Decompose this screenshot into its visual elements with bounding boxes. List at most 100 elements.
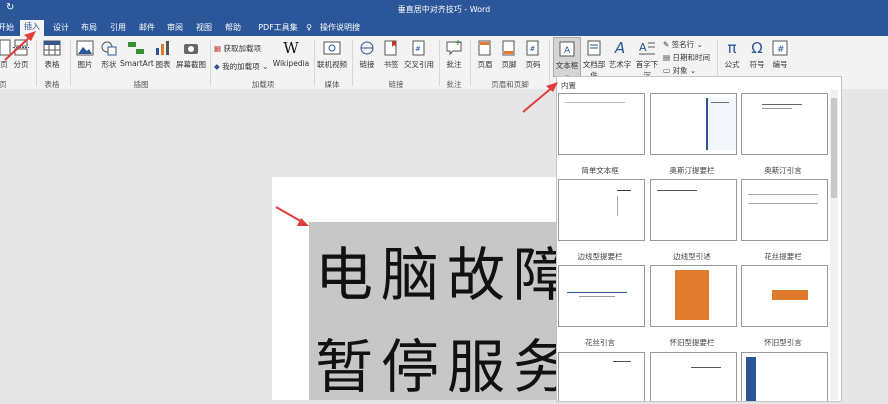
gallery-item-austin-quote[interactable] bbox=[741, 93, 828, 155]
globe-link-icon bbox=[360, 41, 374, 55]
separator bbox=[549, 40, 550, 86]
cross-reference-icon: # bbox=[412, 40, 425, 56]
drop-cap-button[interactable]: A 首字下沉 bbox=[633, 39, 661, 81]
tab-insert[interactable]: 插入 bbox=[20, 20, 44, 36]
get-addins-button[interactable]: ▦ 获取加载项 bbox=[214, 43, 261, 54]
footer-icon bbox=[502, 40, 515, 56]
date-time-button[interactable]: ▤ 日期和时间 bbox=[663, 52, 710, 63]
signature-line-button[interactable]: ✎ 签名行 ⌄ bbox=[663, 39, 703, 50]
object-button[interactable]: ▭ 对象 ⌄ bbox=[663, 65, 696, 76]
comment-button[interactable]: 批注 bbox=[442, 39, 466, 70]
wikipedia-icon: W bbox=[283, 39, 299, 57]
tab-pdf-tools[interactable]: PDF工具集 bbox=[253, 21, 303, 36]
page-break-icon bbox=[13, 39, 29, 56]
ribbon-tabs: 开始 插入 设计 布局 引用 邮件 审阅 视图 帮助 PDF工具集 ♀ 操作说明… bbox=[0, 18, 888, 45]
smartart-button[interactable]: SmartArt bbox=[120, 39, 154, 68]
tab-view[interactable]: 视图 bbox=[195, 21, 213, 36]
drop-cap-icon: A bbox=[639, 41, 655, 55]
separator bbox=[352, 40, 353, 86]
picture-button[interactable]: 图片 bbox=[74, 39, 96, 70]
tab-help[interactable]: 帮助 bbox=[224, 21, 242, 36]
my-addins-button[interactable]: ◆ 我的加载项 ⌄ bbox=[214, 61, 268, 72]
document-line-2[interactable]: 暂停服务 bbox=[315, 320, 579, 404]
video-icon bbox=[323, 41, 341, 55]
separator bbox=[439, 40, 440, 86]
tab-home[interactable]: 开始 bbox=[0, 21, 14, 36]
svg-text:#: # bbox=[530, 45, 536, 53]
shapes-button[interactable]: 形状 bbox=[98, 39, 120, 70]
cross-reference-button[interactable]: # 交叉引用 bbox=[402, 39, 436, 70]
wikipedia-button[interactable]: W Wikipedia bbox=[272, 39, 310, 68]
wordart-icon: A bbox=[614, 39, 626, 57]
symbol-button[interactable]: Ω 符号 bbox=[745, 39, 769, 70]
header-button[interactable]: 页眉 bbox=[474, 39, 496, 70]
store-icon: ▦ bbox=[214, 44, 222, 53]
tab-mailings[interactable]: 邮件 bbox=[138, 21, 156, 36]
caption-austin-sidebar: 奥斯汀提要栏 bbox=[669, 166, 715, 175]
gallery-item-simple-textbox[interactable] bbox=[558, 93, 645, 155]
number-button[interactable]: # 编号 bbox=[768, 39, 792, 70]
comment-label: 批注 bbox=[446, 60, 462, 69]
window-title: 垂直居中对齐技巧 - Word bbox=[397, 5, 491, 14]
gallery-item-row4-3[interactable] bbox=[741, 352, 828, 401]
chevron-down-icon: ⌄ bbox=[262, 62, 269, 71]
object-icon: ▭ bbox=[663, 66, 671, 75]
textbox-button[interactable]: A 文本框 ⌄ bbox=[553, 37, 581, 79]
tab-review[interactable]: 审阅 bbox=[166, 21, 184, 36]
gallery-item-sideline-quote[interactable] bbox=[650, 179, 737, 241]
gallery-header: 内置 bbox=[561, 81, 576, 90]
equation-button[interactable]: π 公式 bbox=[720, 39, 744, 70]
table-button[interactable]: 表格 bbox=[40, 39, 64, 70]
signature-icon: ✎ bbox=[663, 40, 670, 49]
chart-button[interactable]: 图表 bbox=[152, 39, 174, 70]
scrollbar-thumb[interactable] bbox=[831, 98, 837, 198]
lightbulb-icon: ♀ bbox=[306, 23, 312, 32]
online-video-button[interactable]: 联机视频 bbox=[316, 39, 348, 70]
gallery-item-austin-sidebar[interactable] bbox=[650, 93, 737, 155]
separator bbox=[70, 40, 71, 86]
gallery-item-row4-1[interactable] bbox=[558, 352, 645, 401]
caption-retro-quote: 怀旧型引言 bbox=[764, 338, 802, 347]
calendar-icon: ▤ bbox=[663, 53, 671, 62]
bookmark-icon bbox=[384, 40, 397, 56]
tell-me-search[interactable]: 操作说明搜索 bbox=[318, 21, 362, 45]
my-addins-label: 我的加载项 bbox=[222, 62, 260, 71]
caption-filigree-quote: 花丝引言 bbox=[585, 338, 615, 347]
smartart-label: SmartArt bbox=[120, 59, 154, 68]
gallery-scrollbar[interactable] bbox=[830, 90, 838, 400]
document-line-1[interactable]: 电脑故障 bbox=[315, 228, 579, 312]
caption-filigree-sidebar: 花丝提要栏 bbox=[764, 252, 802, 261]
textbox-icon: A bbox=[559, 41, 575, 57]
puzzle-icon: ◆ bbox=[214, 62, 220, 71]
quick-parts-button[interactable]: 文档部件 bbox=[581, 39, 607, 81]
screenshot-button[interactable]: 屏幕截图 bbox=[175, 39, 207, 70]
chevron-down-icon: ⌄ bbox=[689, 66, 697, 75]
caption-sideline-sidebar: 边线型提要栏 bbox=[577, 252, 623, 261]
gallery-item-retro-quote[interactable] bbox=[741, 265, 828, 327]
object-label: 对象 bbox=[672, 66, 688, 75]
camera-icon bbox=[184, 44, 198, 54]
screenshot-label: 屏幕截图 bbox=[176, 60, 206, 69]
omega-icon: Ω bbox=[751, 39, 763, 57]
gallery-item-retro-sidebar[interactable] bbox=[650, 265, 737, 327]
cross-reference-label: 交叉引用 bbox=[404, 60, 434, 69]
page-number-button[interactable]: # 页码 bbox=[522, 39, 544, 70]
tab-design[interactable]: 设计 bbox=[52, 21, 70, 36]
tab-layout[interactable]: 布局 bbox=[80, 21, 98, 36]
gallery-item-sideline-sidebar[interactable] bbox=[558, 179, 645, 241]
gallery-item-filigree-sidebar[interactable] bbox=[741, 179, 828, 241]
page-break-button[interactable]: 分页 bbox=[10, 39, 32, 70]
gallery-item-row4-2[interactable] bbox=[650, 352, 737, 401]
picture-label: 图片 bbox=[77, 60, 93, 69]
link-button[interactable]: 链接 bbox=[356, 39, 378, 70]
footer-button[interactable]: 页脚 bbox=[498, 39, 520, 70]
tab-references[interactable]: 引用 bbox=[109, 21, 127, 36]
bookmark-button[interactable]: 书签 bbox=[380, 39, 402, 70]
footer-label: 页脚 bbox=[501, 60, 517, 69]
number-label: 编号 bbox=[772, 60, 788, 69]
gallery-item-filigree-quote[interactable] bbox=[558, 265, 645, 327]
signature-label: 签名行 bbox=[671, 40, 695, 49]
shapes-icon bbox=[101, 41, 117, 56]
symbol-label: 符号 bbox=[749, 60, 765, 69]
wordart-button[interactable]: A 艺术字 bbox=[607, 39, 633, 70]
